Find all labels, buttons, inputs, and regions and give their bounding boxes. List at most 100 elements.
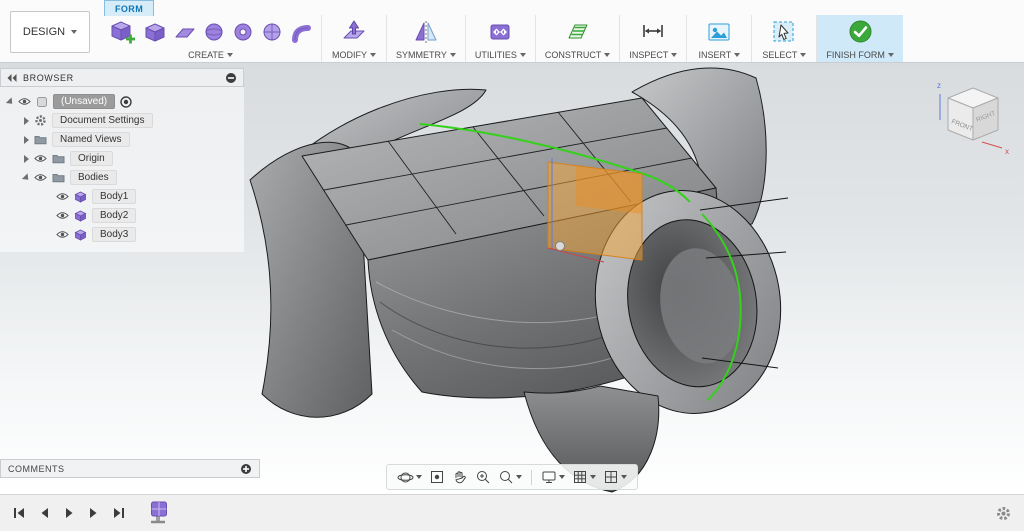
inspect-menu-button[interactable]: INSPECT <box>629 47 677 62</box>
display-settings-button[interactable] <box>539 468 567 486</box>
expander-icon[interactable] <box>24 136 29 144</box>
timeline-form-feature-icon[interactable] <box>148 500 170 526</box>
expander-icon[interactable] <box>22 173 31 182</box>
inspect-menu-label: INSPECT <box>629 50 668 60</box>
utilities-menu-button[interactable]: UTILITIES <box>475 47 526 62</box>
look-at-icon <box>429 469 445 485</box>
active-document-radio-icon[interactable] <box>120 96 132 108</box>
add-comment-icon[interactable] <box>240 463 252 475</box>
gear-icon <box>34 114 47 127</box>
cube-primitive-icon[interactable] <box>143 20 167 44</box>
divider <box>531 470 532 485</box>
viewport-3d[interactable]: BROWSER (Unsaved) <box>0 62 1024 495</box>
expander-icon[interactable] <box>24 155 29 163</box>
select-cursor-icon[interactable] <box>771 19 797 45</box>
gear-icon[interactable] <box>995 505 1012 522</box>
body-icon <box>74 228 87 241</box>
browser-panel: BROWSER (Unsaved) <box>0 68 244 252</box>
visibility-eye-icon[interactable] <box>34 154 47 163</box>
grid-icon <box>572 469 588 485</box>
pan-button[interactable] <box>450 468 470 486</box>
construct-menu-button[interactable]: CONSTRUCT <box>545 47 611 62</box>
chevron-down-icon <box>590 475 596 479</box>
viewports-button[interactable] <box>601 468 629 486</box>
tree-item-label[interactable]: Body3 <box>92 227 136 242</box>
top-toolbar: DESIGN FORM <box>0 0 1024 63</box>
chevron-down-icon <box>604 53 610 57</box>
grid-snaps-button[interactable] <box>570 468 598 486</box>
expander-icon[interactable] <box>24 117 29 125</box>
finish-form-check-icon[interactable] <box>847 18 874 45</box>
chevron-down-icon <box>800 53 806 57</box>
select-menu-button[interactable]: SELECT <box>762 47 806 62</box>
tree-row-bodies: Bodies <box>0 168 244 187</box>
create-menu-button[interactable]: CREATE <box>188 47 233 62</box>
pipe-primitive-icon[interactable] <box>290 21 312 43</box>
quadball-primitive-icon[interactable] <box>261 21 283 43</box>
zoom-window-button[interactable] <box>496 468 524 486</box>
measure-icon[interactable] <box>640 19 666 45</box>
tree-item-label[interactable]: Document Settings <box>52 113 153 128</box>
sphere-primitive-icon[interactable] <box>203 21 225 43</box>
manipulator-handle <box>556 242 565 251</box>
visibility-eye-icon[interactable] <box>56 192 69 201</box>
tree-item-label[interactable]: Named Views <box>52 132 130 147</box>
go-to-start-icon[interactable] <box>12 506 26 520</box>
orbit-button[interactable] <box>395 468 424 487</box>
toolbar-group-insert: INSERT <box>686 15 751 62</box>
finish-form-button[interactable]: FINISH FORM <box>826 47 894 62</box>
mirror-symmetry-icon[interactable] <box>413 19 439 45</box>
chevron-down-icon <box>416 475 422 479</box>
tree-item-label[interactable]: Body1 <box>92 189 136 204</box>
chevron-down-icon <box>516 475 522 479</box>
tree-item-label[interactable]: Bodies <box>70 170 117 185</box>
document-name[interactable]: (Unsaved) <box>53 94 115 109</box>
navigation-bar <box>386 464 638 490</box>
modify-menu-button[interactable]: MODIFY <box>332 47 376 62</box>
panel-minimize-icon[interactable] <box>225 72 237 84</box>
plane-primitive-icon[interactable] <box>174 21 196 43</box>
insert-menu-button[interactable]: INSERT <box>698 47 740 62</box>
chevron-down-icon <box>520 53 526 57</box>
chevron-down-icon <box>734 53 740 57</box>
tab-form-label: FORM <box>115 4 143 14</box>
visibility-eye-icon[interactable] <box>56 230 69 239</box>
axis-z-label: z <box>937 81 941 90</box>
toolbar-group-create: CREATE <box>100 15 321 62</box>
look-at-button[interactable] <box>427 468 447 486</box>
utilities-icon[interactable] <box>487 19 513 45</box>
visibility-eye-icon[interactable] <box>34 173 47 182</box>
step-back-icon[interactable] <box>37 506 51 520</box>
construction-plane-icon[interactable] <box>565 19 591 45</box>
tree-row-document-settings: Document Settings <box>0 111 244 130</box>
expander-icon[interactable] <box>6 97 15 106</box>
construct-menu-label: CONSTRUCT <box>545 50 602 60</box>
step-forward-icon[interactable] <box>87 506 101 520</box>
visibility-eye-icon[interactable] <box>56 211 69 220</box>
insert-image-icon[interactable] <box>706 19 732 45</box>
viewcube[interactable]: z x FRONT RIGHT <box>930 74 1016 158</box>
comments-panel[interactable]: COMMENTS <box>0 459 260 478</box>
symmetry-menu-button[interactable]: SYMMETRY <box>396 47 456 62</box>
edit-form-icon[interactable] <box>341 19 367 45</box>
tree-row-document: (Unsaved) <box>0 92 244 111</box>
body-icon <box>74 209 87 222</box>
tree-item-label[interactable]: Origin <box>70 151 113 166</box>
zoom-button[interactable] <box>473 468 493 486</box>
torus-primitive-icon[interactable] <box>232 21 254 43</box>
collapse-panel-icon[interactable] <box>7 74 17 82</box>
tree-item-label[interactable]: Body2 <box>92 208 136 223</box>
folder-icon <box>52 173 65 183</box>
workspace-switcher-button[interactable]: DESIGN <box>10 11 90 53</box>
box-icon[interactable] <box>109 18 136 45</box>
toolbar-group-utilities: UTILITIES <box>465 15 535 62</box>
create-menu-label: CREATE <box>188 50 224 60</box>
comments-title: COMMENTS <box>8 464 65 474</box>
go-to-end-icon[interactable] <box>112 506 126 520</box>
toolbar-group-modify: MODIFY <box>321 15 386 62</box>
play-icon[interactable] <box>62 506 76 520</box>
browser-header: BROWSER <box>0 68 244 87</box>
tree-row-named-views: Named Views <box>0 130 244 149</box>
tab-form[interactable]: FORM <box>104 0 154 16</box>
visibility-eye-icon[interactable] <box>18 97 31 106</box>
